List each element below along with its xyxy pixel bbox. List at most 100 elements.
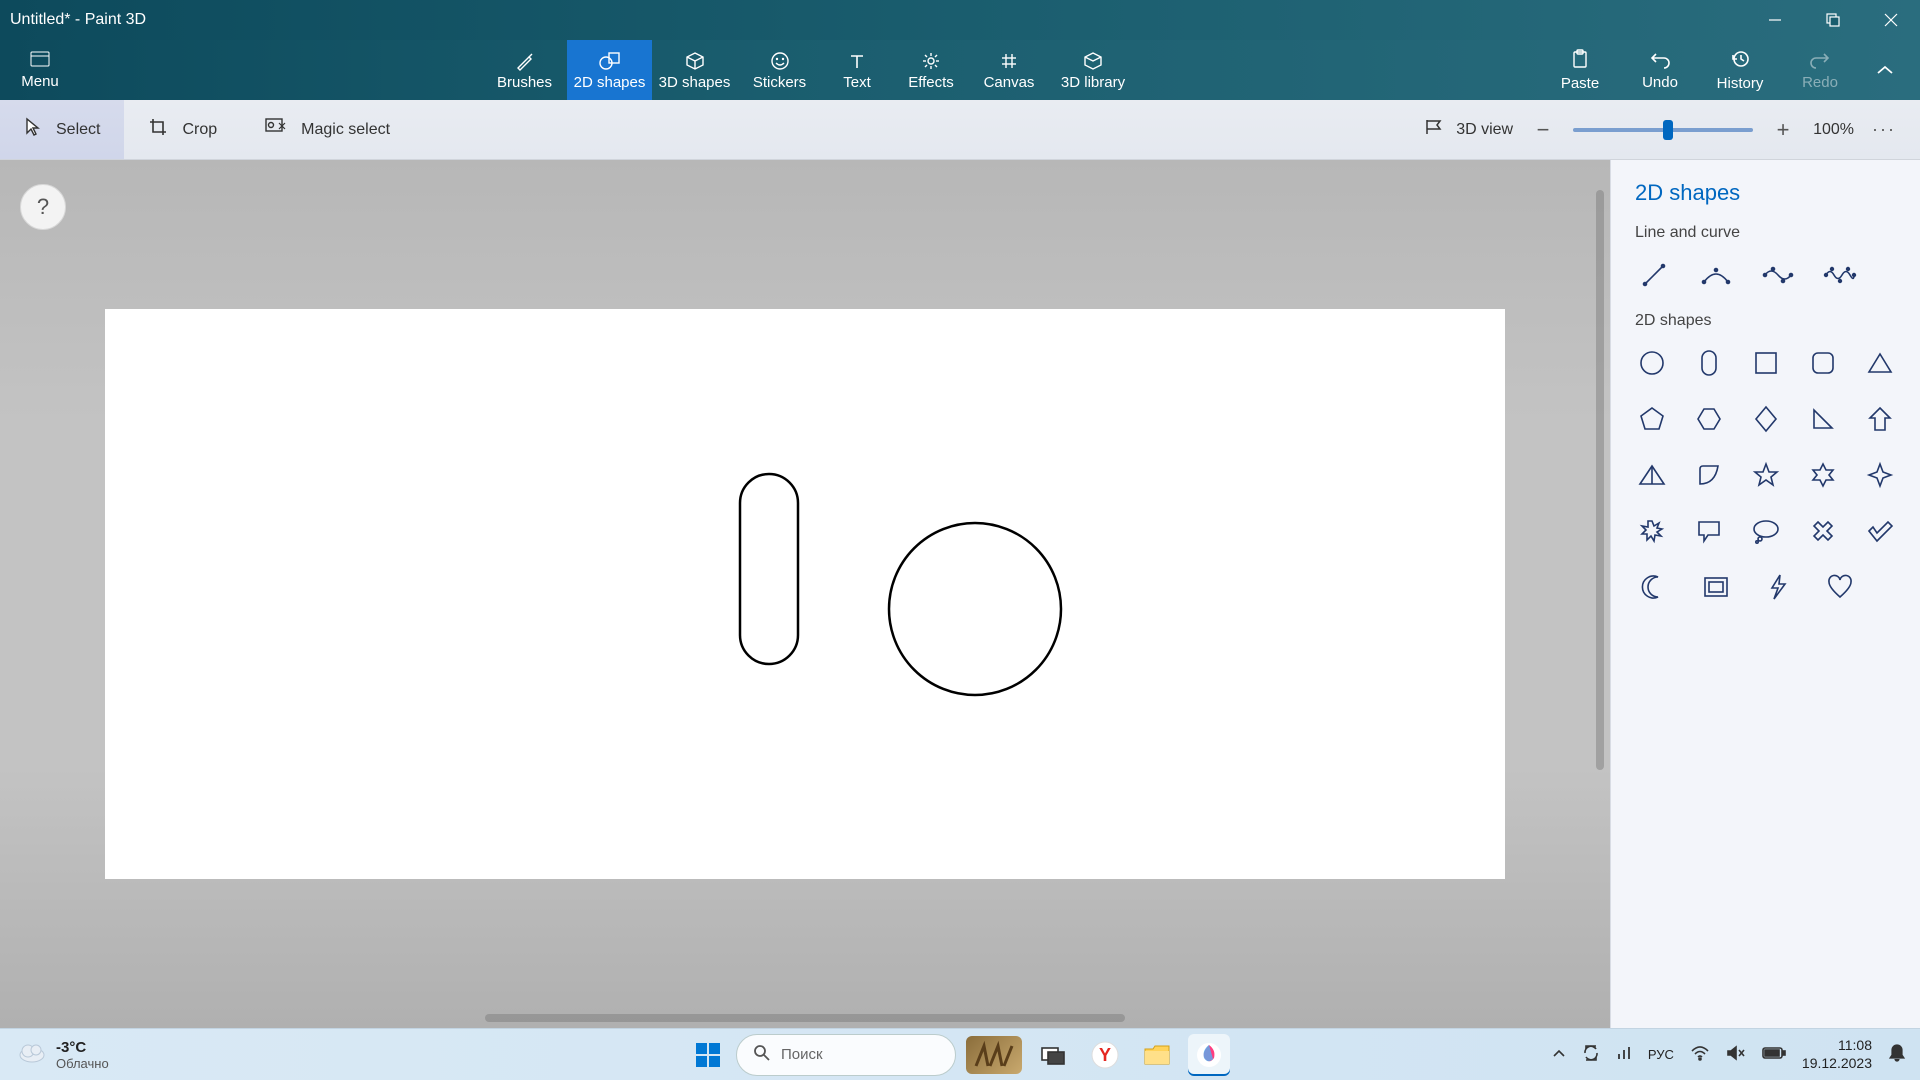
effects-icon <box>921 50 941 72</box>
maximize-button[interactable] <box>1804 0 1862 40</box>
tab-effects[interactable]: Effects <box>892 40 970 100</box>
window-title: Untitled* - Paint 3D <box>10 11 1746 29</box>
shape-triangle[interactable] <box>1863 344 1896 382</box>
taskbar-explorer[interactable] <box>1136 1034 1178 1076</box>
shape-speech-cloud[interactable] <box>1749 512 1782 550</box>
curve-3pt-tool[interactable] <box>1697 256 1735 294</box>
search-icon <box>753 1044 771 1066</box>
shape-rounded-square[interactable] <box>1806 344 1839 382</box>
cursor-icon <box>24 117 42 142</box>
shapes-2d-icon <box>599 50 621 72</box>
canvas[interactable] <box>105 309 1505 879</box>
tray-wifi-icon[interactable] <box>1690 1045 1710 1065</box>
taskbar: -3°C Облачно Поиск Y РУС 11:08 19.12.202… <box>0 1028 1920 1080</box>
tray-battery-icon[interactable] <box>1762 1046 1786 1064</box>
tab-2d-shapes[interactable]: 2D shapes <box>567 40 652 100</box>
ribbon: Menu Brushes 2D shapes 3D shapes Sticker… <box>0 40 1920 100</box>
more-button[interactable]: ··· <box>1872 119 1896 140</box>
help-button[interactable]: ? <box>20 184 66 230</box>
stickers-icon <box>770 50 790 72</box>
shape-capsule[interactable] <box>1692 344 1725 382</box>
tray-language[interactable]: РУС <box>1648 1047 1674 1062</box>
ribbon-tabs: Brushes 2D shapes 3D shapes Stickers Tex… <box>482 40 1138 100</box>
curve-4pt-tool[interactable] <box>1759 256 1797 294</box>
start-button[interactable] <box>690 1037 726 1073</box>
tray-chevron-icon[interactable] <box>1552 1046 1566 1063</box>
shape-hexagon[interactable] <box>1692 400 1725 438</box>
undo-button[interactable]: Undo <box>1620 40 1700 100</box>
line-tool[interactable] <box>1635 256 1673 294</box>
section-2d-shapes: 2D shapes <box>1635 312 1896 330</box>
shape-equilateral[interactable] <box>1635 456 1668 494</box>
redo-button[interactable]: Redo <box>1780 40 1860 100</box>
search-highlight[interactable] <box>966 1036 1022 1074</box>
shape-right-triangle[interactable] <box>1806 400 1839 438</box>
tab-canvas[interactable]: Canvas <box>970 40 1048 100</box>
taskbar-yandex[interactable]: Y <box>1084 1034 1126 1076</box>
shape-square[interactable] <box>1749 344 1782 382</box>
magic-select-button[interactable]: Magic select <box>241 100 414 159</box>
minimize-button[interactable] <box>1746 0 1804 40</box>
crop-button[interactable]: Crop <box>124 100 241 159</box>
shape-burst[interactable] <box>1635 512 1668 550</box>
zoom-level: 100% <box>1813 121 1854 139</box>
weather-widget[interactable]: -3°C Облачно <box>0 1039 109 1071</box>
svg-text:Y: Y <box>1099 1045 1111 1065</box>
tab-brushes[interactable]: Brushes <box>482 40 567 100</box>
tray-clock[interactable]: 11:08 19.12.2023 <box>1802 1037 1872 1072</box>
shape-moon[interactable] <box>1635 568 1673 606</box>
canvas-area: ? <box>0 160 1610 1028</box>
canvas-drawing <box>105 309 1505 879</box>
paste-button[interactable]: Paste <box>1540 40 1620 100</box>
tray-notifications-icon[interactable] <box>1888 1043 1906 1067</box>
zoom-in-button[interactable]: + <box>1771 117 1795 143</box>
shape-circle[interactable] <box>1635 344 1668 382</box>
collapse-ribbon-button[interactable] <box>1860 40 1910 100</box>
search-box[interactable]: Поиск <box>736 1034 956 1076</box>
shape-arrow-up[interactable] <box>1863 400 1896 438</box>
shape-cross[interactable] <box>1806 512 1839 550</box>
shape-quarter[interactable] <box>1692 456 1725 494</box>
close-button[interactable] <box>1862 0 1920 40</box>
shape-star5[interactable] <box>1749 456 1782 494</box>
tray-meter-icon[interactable] <box>1616 1045 1632 1065</box>
tab-text[interactable]: Text <box>822 40 892 100</box>
select-button[interactable]: Select <box>0 100 124 159</box>
tray-sync-icon[interactable] <box>1582 1044 1600 1066</box>
curve-5pt-tool[interactable] <box>1821 256 1859 294</box>
brush-icon <box>515 50 535 72</box>
tray-volume-icon[interactable] <box>1726 1045 1746 1065</box>
paste-icon <box>1571 49 1589 73</box>
3d-view-button[interactable]: 3D view <box>1424 118 1513 141</box>
tab-stickers[interactable]: Stickers <box>737 40 822 100</box>
history-button[interactable]: History <box>1700 40 1780 100</box>
shape-pentagon[interactable] <box>1635 400 1668 438</box>
shape-diamond[interactable] <box>1749 400 1782 438</box>
magic-select-icon <box>265 118 287 141</box>
shapes-3d-icon <box>685 50 705 72</box>
shape-star4[interactable] <box>1863 456 1896 494</box>
menu-button[interactable]: Menu <box>0 40 80 100</box>
tab-3d-shapes[interactable]: 3D shapes <box>652 40 737 100</box>
text-icon <box>848 50 866 72</box>
shape-frame[interactable] <box>1697 568 1735 606</box>
sub-toolbar: Select Crop Magic select 3D view − + 100… <box>0 100 1920 160</box>
taskbar-paint3d[interactable] <box>1188 1034 1230 1076</box>
library-3d-icon <box>1082 50 1104 72</box>
vertical-scrollbar[interactable] <box>1596 190 1604 770</box>
zoom-slider[interactable] <box>1573 128 1753 132</box>
shape-star6[interactable] <box>1806 456 1839 494</box>
zoom-out-button[interactable]: − <box>1531 117 1555 143</box>
tab-3d-library[interactable]: 3D library <box>1048 40 1138 100</box>
temperature: -3°C <box>56 1039 109 1056</box>
titlebar: Untitled* - Paint 3D <box>0 0 1920 40</box>
menu-label: Menu <box>21 73 59 90</box>
shape-speech-rect[interactable] <box>1692 512 1725 550</box>
cloud-icon <box>18 1041 46 1069</box>
shape-lightning[interactable] <box>1759 568 1797 606</box>
horizontal-scrollbar[interactable] <box>485 1014 1125 1022</box>
shape-heart[interactable] <box>1821 568 1859 606</box>
shape-check[interactable] <box>1863 512 1896 550</box>
crop-icon <box>148 117 168 142</box>
taskbar-taskview[interactable] <box>1032 1034 1074 1076</box>
